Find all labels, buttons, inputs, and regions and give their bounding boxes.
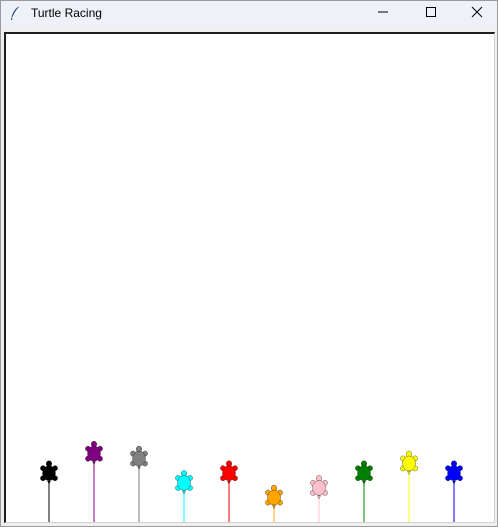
feather-icon: [9, 5, 23, 21]
yellow-turtle-icon: [400, 450, 418, 475]
green-turtle-icon: [355, 460, 373, 485]
pink-turtle-icon: [310, 475, 328, 500]
black-turtle-icon: [40, 460, 58, 485]
gray-turtle-icon: [130, 445, 148, 470]
minimize-button[interactable]: [361, 1, 405, 26]
blue-turtle-icon: [445, 460, 463, 485]
minimize-icon: [377, 5, 389, 23]
purple-turtle-icon: [85, 441, 103, 466]
app-window: Turtle Racing: [0, 0, 498, 527]
title-bar[interactable]: Turtle Racing: [1, 1, 497, 26]
maximize-button[interactable]: [409, 1, 453, 26]
maximize-icon: [425, 5, 437, 23]
orange-turtle-icon: [265, 484, 283, 509]
race-canvas[interactable]: [4, 32, 495, 523]
red-turtle-icon: [220, 460, 238, 485]
close-button[interactable]: [455, 1, 498, 26]
window-title: Turtle Racing: [31, 6, 102, 20]
close-icon: [471, 5, 483, 23]
race-track: [40, 441, 463, 522]
cyan-turtle-icon: [175, 470, 193, 495]
